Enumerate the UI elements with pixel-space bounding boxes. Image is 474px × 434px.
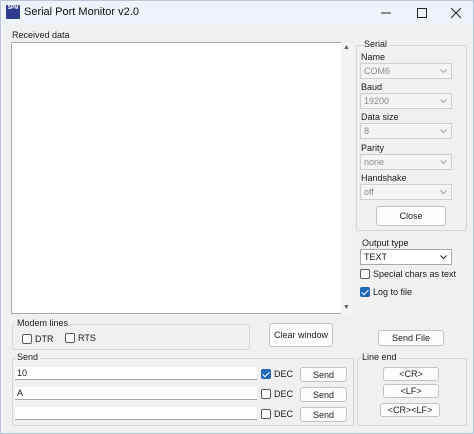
dec-label-2: DEC	[274, 389, 294, 399]
close-icon	[451, 8, 461, 18]
port-name-label: Name	[361, 52, 386, 62]
data-size-value: 8	[364, 126, 370, 136]
dec-checkbox-2[interactable]	[261, 389, 271, 399]
received-data-label: Received data	[12, 30, 70, 40]
minimize-button[interactable]	[369, 1, 403, 25]
chevron-down-icon	[438, 64, 449, 78]
send-input-1-value: 10	[17, 368, 28, 378]
modem-lines-title: Modem lines	[15, 318, 71, 328]
parity-label: Parity	[361, 143, 385, 153]
dtr-label: DTR	[35, 334, 54, 344]
output-type-select[interactable]: TEXT	[360, 249, 452, 265]
maximize-button[interactable]	[405, 1, 439, 25]
clear-window-button[interactable]: Clear window	[269, 323, 333, 347]
baud-value: 19200	[364, 96, 390, 106]
cr-button[interactable]: <CR>	[383, 367, 439, 381]
special-chars-checkbox[interactable]	[360, 269, 370, 279]
crlf-button[interactable]: <CR><LF>	[380, 403, 440, 417]
send-input-2[interactable]: A	[15, 387, 257, 400]
log-to-file-label: Log to file	[373, 287, 413, 297]
close-port-button[interactable]: Close	[376, 206, 446, 226]
app-window: SPM Serial Port Monitor v2.0 Received da…	[0, 0, 474, 434]
received-data-textarea[interactable]	[11, 42, 352, 314]
baud-select[interactable]: 19200	[360, 93, 452, 109]
send-button-3[interactable]: Send	[300, 407, 347, 422]
line-end-group-title: Line end	[360, 352, 399, 362]
app-icon-text: SPM	[7, 5, 19, 11]
output-type-label: Output type	[362, 238, 409, 248]
output-type-value: TEXT	[364, 252, 388, 262]
dec-label-1: DEC	[274, 369, 294, 379]
special-chars-label: Special chars as text	[373, 269, 457, 279]
dec-checkbox-1[interactable]	[261, 369, 271, 379]
handshake-value: off	[364, 187, 374, 197]
minimize-icon	[381, 12, 391, 14]
parity-value: none	[364, 157, 385, 167]
parity-select[interactable]: none	[360, 154, 452, 170]
send-group-title: Send	[15, 352, 41, 362]
send-input-2-value: A	[17, 388, 24, 398]
port-name-value: COM6	[364, 66, 391, 76]
baud-label: Baud	[361, 82, 383, 92]
scroll-down-icon[interactable]: ▼	[341, 302, 352, 314]
handshake-label: Handshake	[361, 173, 407, 183]
handshake-select[interactable]: off	[360, 184, 452, 200]
chevron-down-icon	[438, 124, 449, 138]
scroll-up-icon[interactable]: ▲	[341, 42, 352, 54]
data-size-label: Data size	[361, 112, 399, 122]
data-size-select[interactable]: 8	[360, 123, 452, 139]
received-data-scrollbar[interactable]: ▲ ▼	[341, 42, 352, 314]
send-file-button[interactable]: Send File	[378, 330, 444, 346]
chevron-down-icon	[438, 185, 449, 199]
rts-label: RTS	[78, 333, 96, 343]
close-window-button[interactable]	[439, 1, 473, 25]
window-title: Serial Port Monitor v2.0	[24, 6, 139, 18]
lf-button[interactable]: <LF>	[383, 384, 439, 398]
log-to-file-checkbox[interactable]	[360, 287, 370, 297]
chevron-down-icon	[438, 94, 449, 108]
port-name-select[interactable]: COM6	[360, 63, 452, 79]
maximize-icon	[417, 8, 427, 18]
dtr-checkbox[interactable]	[22, 334, 32, 344]
title-bar: SPM Serial Port Monitor v2.0	[1, 1, 473, 25]
chevron-down-icon	[438, 250, 449, 264]
send-input-1[interactable]: 10	[15, 367, 257, 380]
send-button-2[interactable]: Send	[300, 387, 347, 402]
dec-checkbox-3[interactable]	[261, 409, 271, 419]
dec-label-3: DEC	[274, 409, 294, 419]
send-input-3[interactable]	[15, 407, 257, 420]
rts-checkbox[interactable]	[65, 333, 75, 343]
send-button-1[interactable]: Send	[300, 367, 347, 382]
serial-group-title: Serial	[362, 39, 390, 49]
app-logo-icon: SPM	[6, 5, 20, 19]
chevron-down-icon	[438, 155, 449, 169]
